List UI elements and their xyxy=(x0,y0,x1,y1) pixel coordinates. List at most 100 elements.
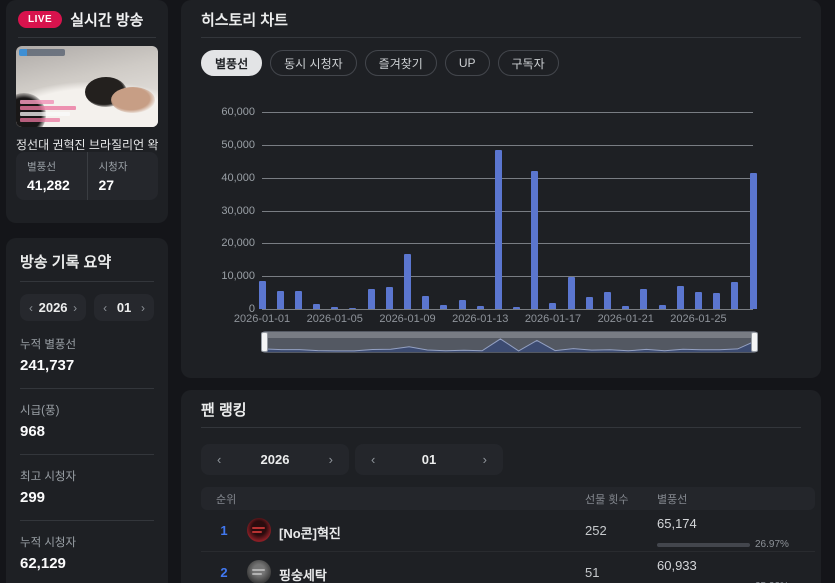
chart-bar[interactable] xyxy=(549,303,556,309)
column-header-gifts: 선물 횟수 xyxy=(585,491,629,507)
chart-bar[interactable] xyxy=(368,289,375,309)
chart-bar[interactable] xyxy=(495,150,502,309)
stat-label: 별풍선 xyxy=(27,159,76,174)
percent-label: 26.97% xyxy=(755,539,789,550)
chart-bar[interactable] xyxy=(695,292,702,309)
stat-value: 27 xyxy=(99,177,148,193)
chart-bar[interactable] xyxy=(659,305,666,309)
year-value: 2026 xyxy=(39,300,68,315)
balloon-cell: 60,933 25.22% xyxy=(657,557,789,583)
chart-bar[interactable] xyxy=(513,307,520,309)
dashboard: LIVE 실시간 방송 정선대 권혁진 브라질리언 왁싱 별풍선 41,282 … xyxy=(0,0,835,583)
fan-ranking-panel: 팬 랭킹 ‹ 2026 › ‹ 01 › 순위 선물 횟수 별풍선 1 xyxy=(181,390,821,583)
balloon-cell: 65,174 26.97% xyxy=(657,515,789,550)
x-axis-label: 2026-01-25 xyxy=(656,313,740,325)
live-card-title: 실시간 방송 xyxy=(70,9,143,30)
table-row[interactable]: 1 [No콘]혁진 252 65,174 26.97% xyxy=(201,510,815,552)
chevron-right-icon[interactable]: › xyxy=(329,452,333,467)
y-axis-label: 30,000 xyxy=(181,205,255,217)
chart-bar[interactable] xyxy=(750,173,757,309)
chart-bar[interactable] xyxy=(568,277,575,309)
ranking-month-selector: ‹ 01 › xyxy=(355,444,503,475)
chart-bar[interactable] xyxy=(604,292,611,309)
chart-bar[interactable] xyxy=(531,171,538,309)
y-axis-label: 20,000 xyxy=(181,237,255,249)
balloon-share: 26.97% xyxy=(657,539,789,550)
broadcast-summary-card: 방송 기록 요약 ‹ 2026 › ‹ 01 › 누적 별풍선 241,737 … xyxy=(6,238,168,583)
divider xyxy=(201,427,801,428)
stat-value: 299 xyxy=(20,489,154,506)
chart-bar[interactable] xyxy=(459,300,466,309)
chart-bar[interactable] xyxy=(422,296,429,309)
chart-bar[interactable] xyxy=(477,306,484,309)
chevron-left-icon[interactable]: ‹ xyxy=(217,452,221,467)
chart-bar[interactable] xyxy=(313,304,320,309)
chevron-right-icon[interactable]: › xyxy=(141,301,145,315)
gridline xyxy=(262,276,753,277)
avatar xyxy=(247,560,271,583)
gift-count: 51 xyxy=(585,565,599,580)
datazoom-slider[interactable] xyxy=(262,331,757,353)
chart-bar[interactable] xyxy=(622,306,629,309)
chart-bar[interactable] xyxy=(349,308,356,309)
month-selector: ‹ 01 › xyxy=(94,294,154,321)
live-stats-box: 별풍선 41,282 시청자 27 xyxy=(16,152,158,200)
x-axis-label: 2026-01-09 xyxy=(365,313,449,325)
x-axis-label: 2026-01-13 xyxy=(438,313,522,325)
chevron-left-icon[interactable]: ‹ xyxy=(371,452,375,467)
chart-bar[interactable] xyxy=(713,293,720,309)
gridline xyxy=(262,309,753,310)
x-axis-label: 2026-01-05 xyxy=(293,313,377,325)
month-value: 01 xyxy=(117,300,131,315)
broadcast-caption: 정선대 권혁진 브라질리언 왁싱 xyxy=(16,136,158,153)
live-badge: LIVE xyxy=(18,11,62,28)
gridline xyxy=(262,145,753,146)
chart-bar[interactable] xyxy=(259,281,266,309)
chevron-right-icon[interactable]: › xyxy=(73,301,77,315)
broadcast-thumbnail[interactable] xyxy=(16,46,158,127)
fan-name: 핑숭세탁 xyxy=(279,565,327,583)
avatar xyxy=(247,518,271,542)
balloon-count: 60,933 xyxy=(657,558,697,573)
datazoom-handle-right[interactable] xyxy=(751,332,758,352)
summary-stat-hourly: 시급(풍) 968 xyxy=(20,389,154,455)
gridline xyxy=(262,243,753,244)
summary-stat-total-balloons: 누적 별풍선 241,737 xyxy=(20,323,154,389)
stat-label: 누적 시청자 xyxy=(20,534,154,550)
summary-stat-total-viewers: 누적 시청자 62,129 xyxy=(20,521,154,583)
y-axis-label: 10,000 xyxy=(181,270,255,282)
divider xyxy=(20,281,154,282)
month-value: 01 xyxy=(422,452,436,467)
x-axis-label: 2026-01-17 xyxy=(511,313,595,325)
chevron-left-icon[interactable]: ‹ xyxy=(29,301,33,315)
rank-number: 1 xyxy=(213,523,235,538)
y-axis-label: 50,000 xyxy=(181,139,255,151)
stat-label: 최고 시청자 xyxy=(20,468,154,484)
chart-bar[interactable] xyxy=(586,297,593,309)
gridline xyxy=(262,211,753,212)
rank-number: 2 xyxy=(213,565,235,580)
chevron-left-icon[interactable]: ‹ xyxy=(103,301,107,315)
chart-bar[interactable] xyxy=(677,286,684,309)
chart-bar[interactable] xyxy=(404,254,411,309)
live-broadcast-card: LIVE 실시간 방송 정선대 권혁진 브라질리언 왁싱 별풍선 41,282 … xyxy=(6,0,168,223)
chevron-right-icon[interactable]: › xyxy=(483,452,487,467)
datazoom-minimap xyxy=(263,332,756,352)
chart-bar[interactable] xyxy=(640,289,647,309)
summary-stat-peak-viewers: 최고 시청자 299 xyxy=(20,455,154,521)
x-axis-label: 2026-01-21 xyxy=(584,313,668,325)
fan-name: [No콘]혁진 xyxy=(279,523,341,542)
bar-chart: 010,00020,00030,00040,00050,00060,000202… xyxy=(181,0,821,378)
datazoom-handle-left[interactable] xyxy=(261,332,268,352)
chart-bar[interactable] xyxy=(331,307,338,309)
stat-label: 누적 별풍선 xyxy=(20,336,154,352)
chart-bar[interactable] xyxy=(440,305,447,309)
y-axis-label: 40,000 xyxy=(181,172,255,184)
chart-bar[interactable] xyxy=(386,287,393,309)
chart-bar[interactable] xyxy=(731,282,738,309)
live-card-header: LIVE 실시간 방송 xyxy=(6,0,168,37)
chart-bar[interactable] xyxy=(295,291,302,309)
live-stat-viewers: 시청자 27 xyxy=(87,152,159,200)
chart-bar[interactable] xyxy=(277,291,284,309)
table-row[interactable]: 2 핑숭세탁 51 60,933 25.22% xyxy=(201,552,815,583)
